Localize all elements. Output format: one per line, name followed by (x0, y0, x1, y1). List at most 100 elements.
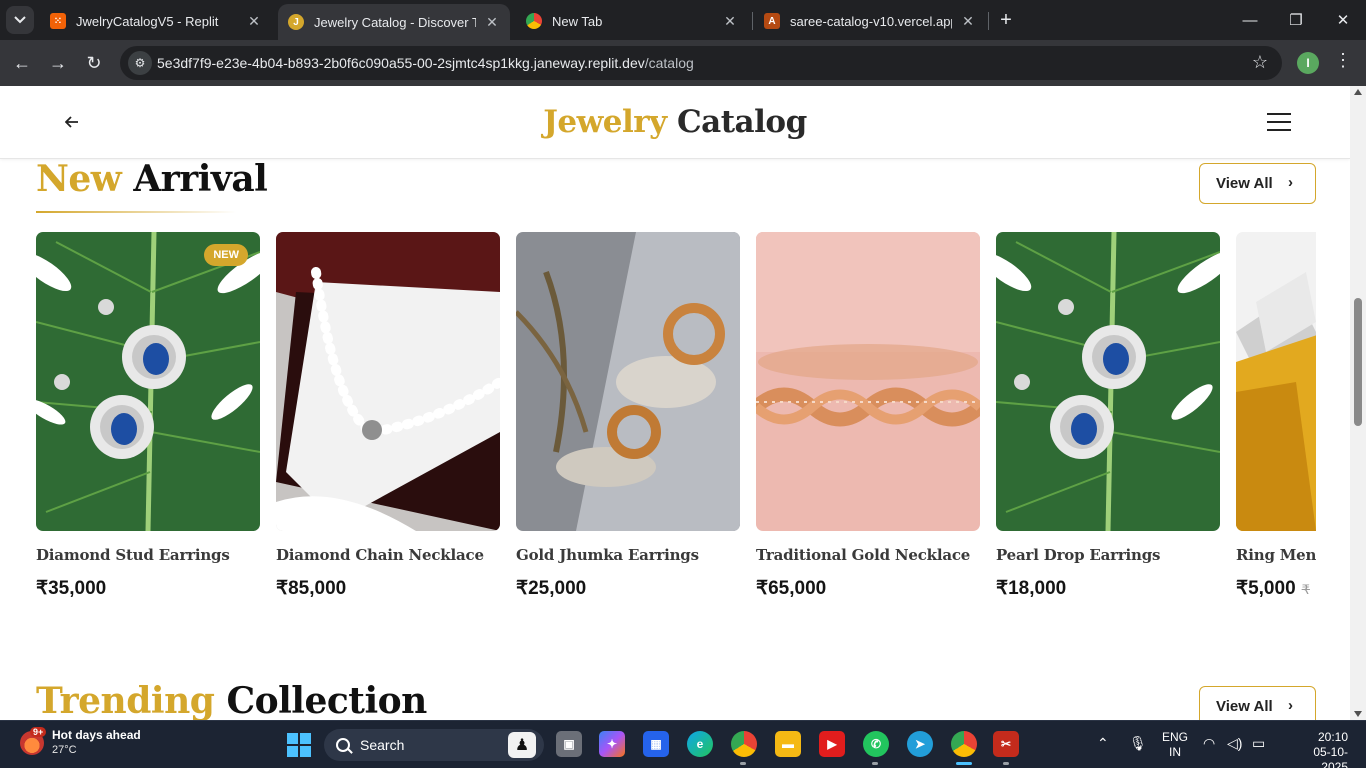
scroll-down-arrow-icon[interactable] (1354, 711, 1362, 717)
region-code: IN (1169, 745, 1181, 759)
clock-date: 05-10-2025 (1313, 745, 1348, 774)
chrome-profile-a-icon[interactable] (731, 731, 757, 757)
trending-view-all-button[interactable]: View All › (1199, 686, 1316, 720)
tab-replit[interactable]: ⁙ JwelryCatalogV5 - Replit ✕ (40, 4, 272, 38)
new-arrival-view-all-button[interactable]: View All › (1199, 163, 1316, 204)
product-image[interactable] (996, 232, 1220, 531)
show-hidden-icons-chevron[interactable]: ⌃ (1097, 735, 1109, 752)
scroll-up-arrow-icon[interactable] (1354, 89, 1362, 95)
profile-avatar[interactable]: I (1297, 52, 1319, 74)
tab-search-button[interactable] (6, 6, 34, 34)
close-tab-icon[interactable]: ✕ (722, 13, 738, 29)
weather-title: Hot days ahead (52, 728, 141, 742)
copilot-icon[interactable]: ✦ (599, 731, 625, 757)
tab-saree-catalog[interactable]: A saree-catalog-v10.vercel.app ✕ (754, 4, 986, 38)
whatsapp-icon[interactable]: ✆ (863, 731, 889, 757)
close-tab-icon[interactable]: ✕ (960, 13, 976, 29)
file-explorer-icon[interactable]: ▬ (775, 731, 801, 757)
logo-gold-text: Jewelry (543, 104, 667, 140)
new-tab-button[interactable]: + (994, 8, 1018, 32)
language-indicator[interactable]: ENG IN (1162, 730, 1188, 760)
product-image[interactable] (516, 232, 740, 531)
old-price: ₹ (1301, 582, 1310, 597)
forward-button[interactable]: → (45, 50, 71, 76)
volume-icon[interactable]: ◁) (1227, 735, 1242, 752)
site-logo[interactable]: Jewelry Catalog (0, 104, 1350, 140)
url-host: 5e3df7f9-e23e-4b04-b893-2b0f6c090a55-00-… (157, 55, 645, 71)
product-card[interactable]: NEW Diamond Stud Earrings ₹35,000 (36, 232, 260, 612)
minimize-button[interactable]: — (1238, 8, 1262, 32)
url-text[interactable]: 5e3df7f9-e23e-4b04-b893-2b0f6c090a55-00-… (157, 55, 694, 71)
search-label: Search (360, 737, 405, 753)
reload-button[interactable]: ↻ (81, 50, 107, 76)
restore-button[interactable]: ❐ (1284, 8, 1308, 32)
snipping-tool-icon[interactable]: ✂ (993, 731, 1019, 757)
weather-widget[interactable]: 9+ Hot days ahead 27°C (20, 727, 141, 758)
telegram-icon[interactable]: ➤ (907, 731, 933, 757)
search-icon (336, 738, 350, 752)
url-path: /catalog (644, 55, 694, 71)
product-name[interactable]: Diamond Chain Necklace (276, 546, 484, 564)
youtube-icon[interactable]: ▶ (819, 731, 845, 757)
battery-icon[interactable]: ▭ (1252, 735, 1265, 752)
site-info-icon[interactable]: ⚙ (128, 51, 152, 75)
bookmark-star-icon[interactable]: ☆ (1252, 52, 1268, 73)
product-image[interactable]: NEW (36, 232, 260, 531)
taskbar-search[interactable]: Search ♟ (324, 729, 544, 761)
new-badge: NEW (204, 244, 248, 266)
product-card[interactable]: Diamond Chain Necklace ₹85,000 (276, 232, 500, 612)
product-image[interactable] (756, 232, 980, 531)
site-header: Jewelry Catalog (0, 86, 1350, 159)
product-name[interactable]: Gold Jhumka Earrings (516, 546, 699, 564)
tab-title: saree-catalog-v10.vercel.app (790, 13, 952, 29)
product-card[interactable]: Gold Jhumka Earrings ₹25,000 (516, 232, 740, 612)
scrollbar-thumb[interactable] (1354, 298, 1362, 426)
replit-icon: ⁙ (50, 13, 66, 29)
close-tab-icon[interactable]: ✕ (246, 13, 262, 29)
product-price: ₹35,000 (36, 578, 107, 599)
product-price: ₹5,000 ₹ (1236, 577, 1310, 600)
microphone-icon[interactable]: 🎙 (1129, 735, 1147, 752)
tab-title: JwelryCatalogV5 - Replit (76, 13, 219, 29)
product-card[interactable]: Pearl Drop Earrings ₹18,000 (996, 232, 1220, 612)
view-all-label: View All (1216, 698, 1273, 715)
tab-title: Jewelry Catalog - Discover Time (314, 14, 476, 30)
product-name[interactable]: Traditional Gold Necklace (756, 546, 970, 564)
chrome-active-icon[interactable] (951, 731, 977, 757)
back-button[interactable]: ← (9, 50, 35, 76)
product-name[interactable]: Ring Men (1236, 546, 1316, 564)
task-view-icon[interactable]: ▣ (556, 731, 582, 757)
new-arrival-carousel[interactable]: NEW Diamond Stud Earrings ₹35,000 Diamon… (36, 232, 1316, 612)
product-name[interactable]: Diamond Stud Earrings (36, 546, 230, 564)
clock-time: 20:10 (1317, 730, 1348, 744)
system-clock[interactable]: 20:10 05-10-2025 (1296, 730, 1348, 775)
edge-icon[interactable]: e (687, 731, 713, 757)
product-price: ₹65,000 (756, 578, 827, 599)
address-bar[interactable]: ⚙ 5e3df7f9-e23e-4b04-b893-2b0f6c090a55-0… (120, 46, 1282, 80)
weather-icon: 9+ (20, 727, 47, 755)
tab-title: New Tab (552, 13, 603, 29)
logo-dark-text: Catalog (676, 104, 807, 140)
tab-new-tab[interactable]: New Tab ✕ (516, 4, 748, 38)
tab-jewelry-catalog[interactable]: J Jewelry Catalog - Discover Time ✕ (278, 4, 510, 40)
store-icon[interactable]: ▦ (643, 731, 669, 757)
close-window-button[interactable]: ✕ (1331, 8, 1355, 32)
page-scrollbar[interactable] (1350, 86, 1366, 720)
hamburger-menu-icon[interactable] (1267, 113, 1291, 131)
product-price: ₹25,000 (516, 578, 587, 599)
chevron-right-icon: › (1288, 174, 1293, 191)
product-card[interactable]: Traditional Gold Necklace ₹65,000 (756, 232, 980, 612)
menu-kebab-icon[interactable]: ⋮ (1334, 50, 1352, 71)
product-image[interactable] (1236, 232, 1316, 531)
windows-taskbar: 9+ Hot days ahead 27°C Search ♟ ▣ ✦ ▦ e … (0, 720, 1366, 774)
view-all-label: View All (1216, 175, 1273, 192)
product-name[interactable]: Pearl Drop Earrings (996, 546, 1160, 564)
trending-title: Trending Collection (36, 680, 427, 720)
close-tab-icon[interactable]: ✕ (484, 14, 500, 30)
windows-start-icon[interactable] (287, 733, 311, 757)
chevron-down-icon (14, 16, 26, 24)
product-card[interactable]: Ring Men ₹5,000 ₹ (1236, 232, 1316, 612)
wifi-icon[interactable]: ◠ (1203, 735, 1215, 752)
search-highlight-icon: ♟ (508, 732, 536, 758)
product-image[interactable] (276, 232, 500, 531)
